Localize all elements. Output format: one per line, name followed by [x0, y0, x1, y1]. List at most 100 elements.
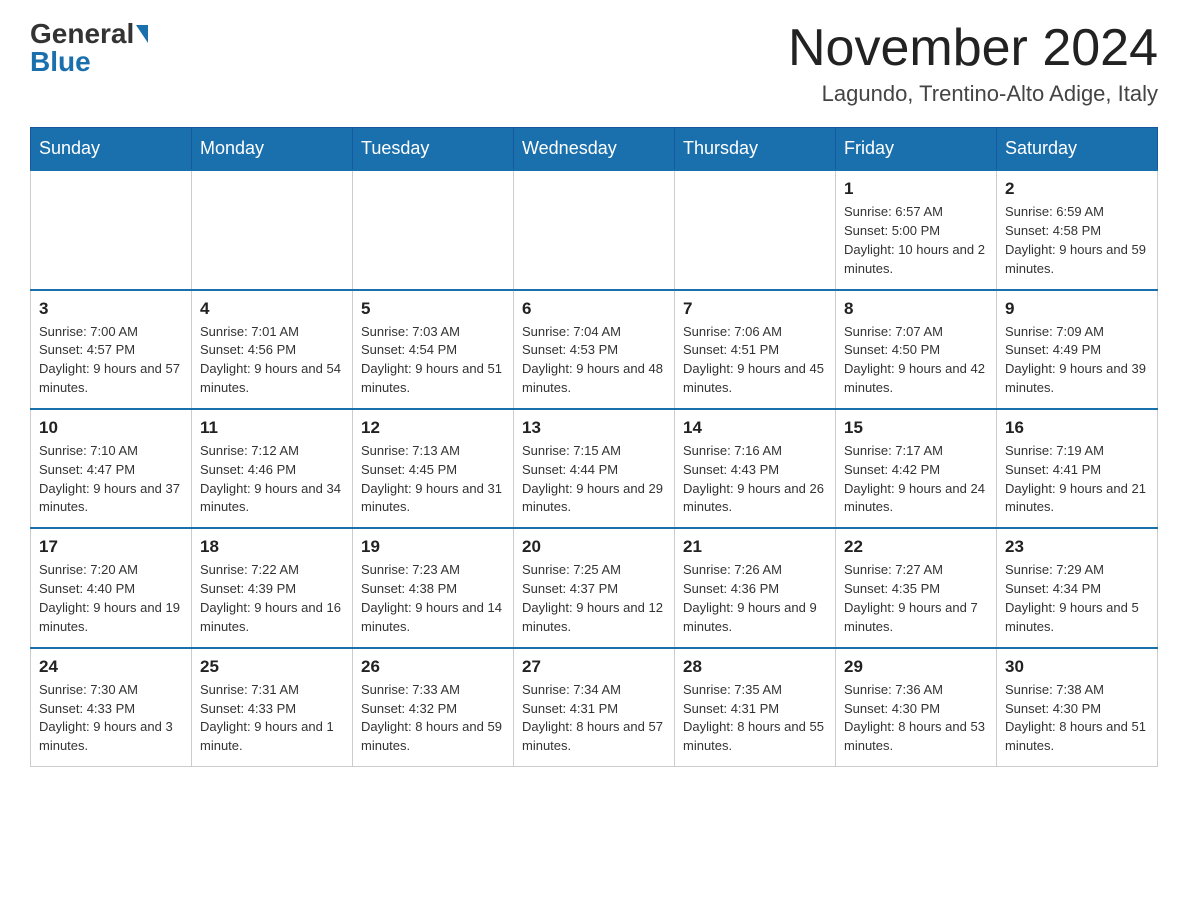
logo: General Blue: [30, 20, 148, 76]
logo-general-text: General: [30, 20, 134, 48]
day-info: Sunrise: 7:01 AMSunset: 4:56 PMDaylight:…: [200, 323, 344, 398]
day-info: Sunrise: 7:07 AMSunset: 4:50 PMDaylight:…: [844, 323, 988, 398]
day-info: Sunrise: 7:26 AMSunset: 4:36 PMDaylight:…: [683, 561, 827, 636]
day-number: 29: [844, 657, 988, 677]
day-number: 19: [361, 537, 505, 557]
day-number: 30: [1005, 657, 1149, 677]
day-info: Sunrise: 7:00 AMSunset: 4:57 PMDaylight:…: [39, 323, 183, 398]
day-info: Sunrise: 7:15 AMSunset: 4:44 PMDaylight:…: [522, 442, 666, 517]
week-row-2: 3 Sunrise: 7:00 AMSunset: 4:57 PMDaylight…: [31, 290, 1158, 409]
day-number: 11: [200, 418, 344, 438]
calendar-cell: 17 Sunrise: 7:20 AMSunset: 4:40 PMDayligh…: [31, 528, 192, 647]
day-number: 1: [844, 179, 988, 199]
calendar-cell: 18 Sunrise: 7:22 AMSunset: 4:39 PMDayligh…: [192, 528, 353, 647]
day-number: 14: [683, 418, 827, 438]
week-row-5: 24 Sunrise: 7:30 AMSunset: 4:33 PMDayligh…: [31, 648, 1158, 767]
day-number: 22: [844, 537, 988, 557]
calendar-cell: [192, 170, 353, 289]
day-number: 17: [39, 537, 183, 557]
calendar-cell: 12Sunrise: 7:13 AMSunset: 4:45 PMDayligh…: [353, 409, 514, 528]
calendar-cell: 20 Sunrise: 7:25 AMSunset: 4:37 PMDayligh…: [514, 528, 675, 647]
day-number: 18: [200, 537, 344, 557]
day-info: Sunrise: 7:17 AMSunset: 4:42 PMDaylight:…: [844, 442, 988, 517]
calendar-cell: 21 Sunrise: 7:26 AMSunset: 4:36 PMDayligh…: [675, 528, 836, 647]
day-number: 23: [1005, 537, 1149, 557]
logo-blue-text: Blue: [30, 48, 91, 76]
col-header-monday: Monday: [192, 128, 353, 171]
day-info: Sunrise: 7:25 AMSunset: 4:37 PMDaylight:…: [522, 561, 666, 636]
day-number: 9: [1005, 299, 1149, 319]
logo-arrow-icon: [136, 25, 148, 43]
col-header-wednesday: Wednesday: [514, 128, 675, 171]
day-info: Sunrise: 7:06 AMSunset: 4:51 PMDaylight:…: [683, 323, 827, 398]
day-info: Sunrise: 7:31 AMSunset: 4:33 PMDaylight:…: [200, 681, 344, 756]
calendar-cell: 9 Sunrise: 7:09 AMSunset: 4:49 PMDaylight…: [997, 290, 1158, 409]
col-header-friday: Friday: [836, 128, 997, 171]
day-number: 13: [522, 418, 666, 438]
day-info: Sunrise: 7:33 AMSunset: 4:32 PMDaylight:…: [361, 681, 505, 756]
day-info: Sunrise: 7:35 AMSunset: 4:31 PMDaylight:…: [683, 681, 827, 756]
day-info: Sunrise: 7:03 AMSunset: 4:54 PMDaylight:…: [361, 323, 505, 398]
location-subtitle: Lagundo, Trentino-Alto Adige, Italy: [788, 81, 1158, 107]
calendar-cell: 16Sunrise: 7:19 AMSunset: 4:41 PMDayligh…: [997, 409, 1158, 528]
calendar-cell: 14 Sunrise: 7:16 AMSunset: 4:43 PMDayligh…: [675, 409, 836, 528]
week-row-3: 10 Sunrise: 7:10 AMSunset: 4:47 PMDayligh…: [31, 409, 1158, 528]
day-info: Sunrise: 7:29 AMSunset: 4:34 PMDaylight:…: [1005, 561, 1149, 636]
day-info: Sunrise: 6:57 AMSunset: 5:00 PMDaylight:…: [844, 203, 988, 278]
day-info: Sunrise: 7:09 AMSunset: 4:49 PMDaylight:…: [1005, 323, 1149, 398]
calendar-cell: 1 Sunrise: 6:57 AMSunset: 5:00 PMDaylight…: [836, 170, 997, 289]
calendar-cell: 2Sunrise: 6:59 AMSunset: 4:58 PMDaylight…: [997, 170, 1158, 289]
calendar-cell: 25 Sunrise: 7:31 AMSunset: 4:33 PMDayligh…: [192, 648, 353, 767]
calendar-cell: 10 Sunrise: 7:10 AMSunset: 4:47 PMDayligh…: [31, 409, 192, 528]
calendar-cell: 4 Sunrise: 7:01 AMSunset: 4:56 PMDaylight…: [192, 290, 353, 409]
day-number: 20: [522, 537, 666, 557]
day-info: Sunrise: 7:20 AMSunset: 4:40 PMDaylight:…: [39, 561, 183, 636]
calendar-cell: 28 Sunrise: 7:35 AMSunset: 4:31 PMDayligh…: [675, 648, 836, 767]
col-header-thursday: Thursday: [675, 128, 836, 171]
day-info: Sunrise: 7:16 AMSunset: 4:43 PMDaylight:…: [683, 442, 827, 517]
col-header-sunday: Sunday: [31, 128, 192, 171]
day-number: 10: [39, 418, 183, 438]
calendar-cell: [31, 170, 192, 289]
day-info: Sunrise: 7:27 AMSunset: 4:35 PMDaylight:…: [844, 561, 988, 636]
day-number: 25: [200, 657, 344, 677]
day-info: Sunrise: 7:12 AMSunset: 4:46 PMDaylight:…: [200, 442, 344, 517]
calendar-cell: 22 Sunrise: 7:27 AMSunset: 4:35 PMDayligh…: [836, 528, 997, 647]
day-number: 5: [361, 299, 505, 319]
calendar-cell: 5 Sunrise: 7:03 AMSunset: 4:54 PMDaylight…: [353, 290, 514, 409]
day-info: Sunrise: 7:10 AMSunset: 4:47 PMDaylight:…: [39, 442, 183, 517]
day-info: Sunrise: 7:36 AMSunset: 4:30 PMDaylight:…: [844, 681, 988, 756]
col-header-saturday: Saturday: [997, 128, 1158, 171]
month-year-title: November 2024: [788, 20, 1158, 77]
day-info: Sunrise: 7:22 AMSunset: 4:39 PMDaylight:…: [200, 561, 344, 636]
calendar-cell: 27 Sunrise: 7:34 AMSunset: 4:31 PMDayligh…: [514, 648, 675, 767]
day-number: 8: [844, 299, 988, 319]
day-number: 7: [683, 299, 827, 319]
day-number: 3: [39, 299, 183, 319]
week-row-4: 17 Sunrise: 7:20 AMSunset: 4:40 PMDayligh…: [31, 528, 1158, 647]
day-number: 27: [522, 657, 666, 677]
day-info: Sunrise: 7:23 AMSunset: 4:38 PMDaylight:…: [361, 561, 505, 636]
day-info: Sunrise: 7:38 AMSunset: 4:30 PMDaylight:…: [1005, 681, 1149, 756]
calendar-cell: 3 Sunrise: 7:00 AMSunset: 4:57 PMDaylight…: [31, 290, 192, 409]
day-number: 24: [39, 657, 183, 677]
day-number: 12: [361, 418, 505, 438]
calendar-table: SundayMondayTuesdayWednesdayThursdayFrid…: [30, 127, 1158, 767]
day-number: 15: [844, 418, 988, 438]
page-header: General Blue November 2024 Lagundo, Tren…: [30, 20, 1158, 107]
day-number: 28: [683, 657, 827, 677]
calendar-cell: 15 Sunrise: 7:17 AMSunset: 4:42 PMDayligh…: [836, 409, 997, 528]
calendar-cell: 19 Sunrise: 7:23 AMSunset: 4:38 PMDayligh…: [353, 528, 514, 647]
calendar-cell: 11 Sunrise: 7:12 AMSunset: 4:46 PMDayligh…: [192, 409, 353, 528]
day-number: 26: [361, 657, 505, 677]
calendar-cell: 29 Sunrise: 7:36 AMSunset: 4:30 PMDayligh…: [836, 648, 997, 767]
day-info: Sunrise: 7:30 AMSunset: 4:33 PMDaylight:…: [39, 681, 183, 756]
week-row-1: 1 Sunrise: 6:57 AMSunset: 5:00 PMDaylight…: [31, 170, 1158, 289]
calendar-cell: 13 Sunrise: 7:15 AMSunset: 4:44 PMDayligh…: [514, 409, 675, 528]
day-number: 21: [683, 537, 827, 557]
day-info: Sunrise: 7:04 AMSunset: 4:53 PMDaylight:…: [522, 323, 666, 398]
calendar-cell: 30 Sunrise: 7:38 AMSunset: 4:30 PMDayligh…: [997, 648, 1158, 767]
day-number: 4: [200, 299, 344, 319]
day-info: Sunrise: 7:34 AMSunset: 4:31 PMDaylight:…: [522, 681, 666, 756]
calendar-cell: 6Sunrise: 7:04 AMSunset: 4:53 PMDaylight…: [514, 290, 675, 409]
